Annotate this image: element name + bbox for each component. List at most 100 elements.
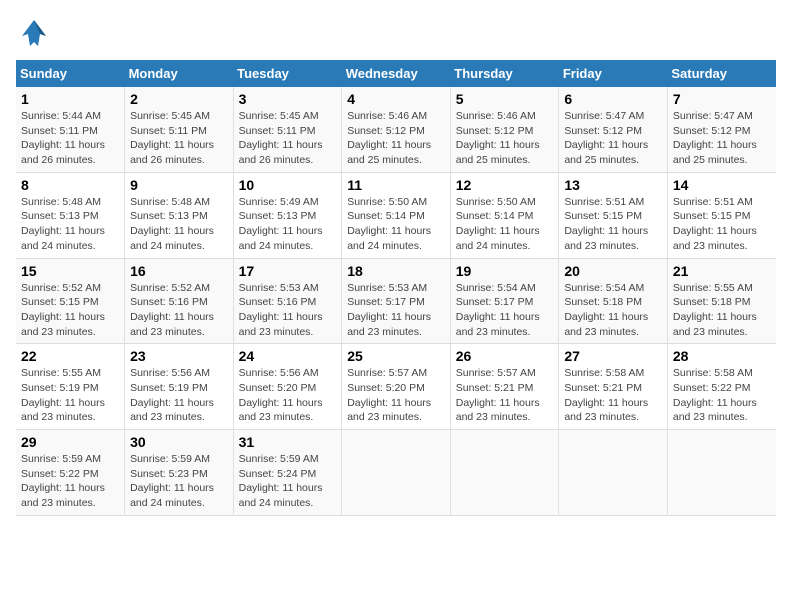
day-number: 28: [673, 348, 771, 364]
header-saturday: Saturday: [667, 60, 776, 87]
day-cell: [667, 430, 776, 516]
day-number: 24: [239, 348, 337, 364]
day-cell: 24 Sunrise: 5:56 AMSunset: 5:20 PMDaylig…: [233, 344, 342, 430]
day-number: 19: [456, 263, 554, 279]
day-number: 4: [347, 91, 445, 107]
day-number: 2: [130, 91, 228, 107]
day-info: Sunrise: 5:58 AMSunset: 5:21 PMDaylight:…: [564, 367, 648, 423]
day-info: Sunrise: 5:54 AMSunset: 5:17 PMDaylight:…: [456, 282, 540, 338]
day-cell: 15 Sunrise: 5:52 AMSunset: 5:15 PMDaylig…: [16, 258, 125, 344]
day-number: 5: [456, 91, 554, 107]
logo: [16, 16, 56, 52]
day-info: Sunrise: 5:56 AMSunset: 5:19 PMDaylight:…: [130, 367, 214, 423]
day-info: Sunrise: 5:52 AMSunset: 5:15 PMDaylight:…: [21, 282, 105, 338]
calendar-header-row: SundayMondayTuesdayWednesdayThursdayFrid…: [16, 60, 776, 87]
day-cell: 10 Sunrise: 5:49 AMSunset: 5:13 PMDaylig…: [233, 172, 342, 258]
day-number: 1: [21, 91, 119, 107]
day-info: Sunrise: 5:48 AMSunset: 5:13 PMDaylight:…: [130, 196, 214, 252]
day-cell: 6 Sunrise: 5:47 AMSunset: 5:12 PMDayligh…: [559, 87, 668, 172]
day-cell: 20 Sunrise: 5:54 AMSunset: 5:18 PMDaylig…: [559, 258, 668, 344]
day-cell: 2 Sunrise: 5:45 AMSunset: 5:11 PMDayligh…: [125, 87, 234, 172]
day-info: Sunrise: 5:45 AMSunset: 5:11 PMDaylight:…: [239, 110, 323, 166]
day-number: 21: [673, 263, 771, 279]
day-info: Sunrise: 5:53 AMSunset: 5:17 PMDaylight:…: [347, 282, 431, 338]
header-wednesday: Wednesday: [342, 60, 451, 87]
day-cell: 3 Sunrise: 5:45 AMSunset: 5:11 PMDayligh…: [233, 87, 342, 172]
day-info: Sunrise: 5:47 AMSunset: 5:12 PMDaylight:…: [673, 110, 757, 166]
calendar-table: SundayMondayTuesdayWednesdayThursdayFrid…: [16, 60, 776, 516]
day-number: 30: [130, 434, 228, 450]
day-number: 12: [456, 177, 554, 193]
day-info: Sunrise: 5:45 AMSunset: 5:11 PMDaylight:…: [130, 110, 214, 166]
week-row-4: 22 Sunrise: 5:55 AMSunset: 5:19 PMDaylig…: [16, 344, 776, 430]
day-info: Sunrise: 5:51 AMSunset: 5:15 PMDaylight:…: [564, 196, 648, 252]
day-cell: 8 Sunrise: 5:48 AMSunset: 5:13 PMDayligh…: [16, 172, 125, 258]
day-cell: 23 Sunrise: 5:56 AMSunset: 5:19 PMDaylig…: [125, 344, 234, 430]
day-number: 18: [347, 263, 445, 279]
day-cell: 17 Sunrise: 5:53 AMSunset: 5:16 PMDaylig…: [233, 258, 342, 344]
day-number: 23: [130, 348, 228, 364]
day-info: Sunrise: 5:50 AMSunset: 5:14 PMDaylight:…: [456, 196, 540, 252]
day-cell: 4 Sunrise: 5:46 AMSunset: 5:12 PMDayligh…: [342, 87, 451, 172]
header-tuesday: Tuesday: [233, 60, 342, 87]
day-cell: [450, 430, 559, 516]
day-number: 15: [21, 263, 119, 279]
day-number: 25: [347, 348, 445, 364]
day-cell: 1 Sunrise: 5:44 AMSunset: 5:11 PMDayligh…: [16, 87, 125, 172]
day-info: Sunrise: 5:51 AMSunset: 5:15 PMDaylight:…: [673, 196, 757, 252]
day-number: 9: [130, 177, 228, 193]
day-info: Sunrise: 5:57 AMSunset: 5:21 PMDaylight:…: [456, 367, 540, 423]
day-info: Sunrise: 5:49 AMSunset: 5:13 PMDaylight:…: [239, 196, 323, 252]
day-info: Sunrise: 5:59 AMSunset: 5:24 PMDaylight:…: [239, 453, 323, 509]
day-number: 22: [21, 348, 119, 364]
day-number: 6: [564, 91, 662, 107]
week-row-1: 1 Sunrise: 5:44 AMSunset: 5:11 PMDayligh…: [16, 87, 776, 172]
day-cell: 21 Sunrise: 5:55 AMSunset: 5:18 PMDaylig…: [667, 258, 776, 344]
day-number: 3: [239, 91, 337, 107]
day-cell: 27 Sunrise: 5:58 AMSunset: 5:21 PMDaylig…: [559, 344, 668, 430]
header-monday: Monday: [125, 60, 234, 87]
day-number: 29: [21, 434, 119, 450]
day-number: 14: [673, 177, 771, 193]
day-cell: 31 Sunrise: 5:59 AMSunset: 5:24 PMDaylig…: [233, 430, 342, 516]
day-cell: 28 Sunrise: 5:58 AMSunset: 5:22 PMDaylig…: [667, 344, 776, 430]
day-cell: 16 Sunrise: 5:52 AMSunset: 5:16 PMDaylig…: [125, 258, 234, 344]
day-info: Sunrise: 5:56 AMSunset: 5:20 PMDaylight:…: [239, 367, 323, 423]
day-cell: 9 Sunrise: 5:48 AMSunset: 5:13 PMDayligh…: [125, 172, 234, 258]
day-info: Sunrise: 5:57 AMSunset: 5:20 PMDaylight:…: [347, 367, 431, 423]
day-number: 31: [239, 434, 337, 450]
day-number: 26: [456, 348, 554, 364]
day-info: Sunrise: 5:46 AMSunset: 5:12 PMDaylight:…: [456, 110, 540, 166]
day-number: 17: [239, 263, 337, 279]
day-cell: 25 Sunrise: 5:57 AMSunset: 5:20 PMDaylig…: [342, 344, 451, 430]
day-info: Sunrise: 5:44 AMSunset: 5:11 PMDaylight:…: [21, 110, 105, 166]
header-thursday: Thursday: [450, 60, 559, 87]
week-row-5: 29 Sunrise: 5:59 AMSunset: 5:22 PMDaylig…: [16, 430, 776, 516]
day-number: 8: [21, 177, 119, 193]
header-friday: Friday: [559, 60, 668, 87]
day-info: Sunrise: 5:54 AMSunset: 5:18 PMDaylight:…: [564, 282, 648, 338]
day-cell: 12 Sunrise: 5:50 AMSunset: 5:14 PMDaylig…: [450, 172, 559, 258]
day-cell: 30 Sunrise: 5:59 AMSunset: 5:23 PMDaylig…: [125, 430, 234, 516]
day-info: Sunrise: 5:58 AMSunset: 5:22 PMDaylight:…: [673, 367, 757, 423]
day-info: Sunrise: 5:59 AMSunset: 5:23 PMDaylight:…: [130, 453, 214, 509]
day-number: 27: [564, 348, 662, 364]
day-number: 16: [130, 263, 228, 279]
week-row-2: 8 Sunrise: 5:48 AMSunset: 5:13 PMDayligh…: [16, 172, 776, 258]
day-number: 7: [673, 91, 771, 107]
day-number: 11: [347, 177, 445, 193]
day-info: Sunrise: 5:59 AMSunset: 5:22 PMDaylight:…: [21, 453, 105, 509]
day-cell: 14 Sunrise: 5:51 AMSunset: 5:15 PMDaylig…: [667, 172, 776, 258]
header-sunday: Sunday: [16, 60, 125, 87]
logo-icon: [16, 16, 52, 52]
day-number: 13: [564, 177, 662, 193]
day-info: Sunrise: 5:55 AMSunset: 5:19 PMDaylight:…: [21, 367, 105, 423]
day-cell: 18 Sunrise: 5:53 AMSunset: 5:17 PMDaylig…: [342, 258, 451, 344]
day-info: Sunrise: 5:46 AMSunset: 5:12 PMDaylight:…: [347, 110, 431, 166]
day-cell: 19 Sunrise: 5:54 AMSunset: 5:17 PMDaylig…: [450, 258, 559, 344]
day-info: Sunrise: 5:48 AMSunset: 5:13 PMDaylight:…: [21, 196, 105, 252]
week-row-3: 15 Sunrise: 5:52 AMSunset: 5:15 PMDaylig…: [16, 258, 776, 344]
day-cell: 7 Sunrise: 5:47 AMSunset: 5:12 PMDayligh…: [667, 87, 776, 172]
day-info: Sunrise: 5:50 AMSunset: 5:14 PMDaylight:…: [347, 196, 431, 252]
day-info: Sunrise: 5:55 AMSunset: 5:18 PMDaylight:…: [673, 282, 757, 338]
